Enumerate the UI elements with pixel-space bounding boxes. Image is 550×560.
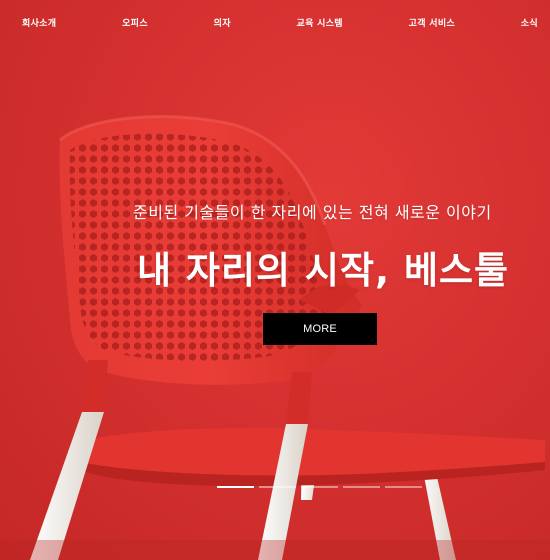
hero-subtitle: 준비된 기술들이 한 자리에 있는 전혀 새로운 이야기 (133, 203, 492, 222)
nav-item-customer-service[interactable]: 고객 서비스 (409, 16, 455, 29)
nav-item-office[interactable]: 오피스 (122, 16, 148, 29)
slide-indicator-3[interactable] (301, 486, 338, 488)
hero-banner: 회사소개 오피스 의자 교육 시스템 고객 서비스 소식 준비된 기술들이 한 … (0, 0, 550, 560)
slide-indicator-1[interactable] (217, 486, 254, 488)
slide-indicator-4[interactable] (343, 486, 380, 488)
nav-item-company[interactable]: 회사소개 (22, 16, 56, 29)
nav-item-chair[interactable]: 의자 (214, 16, 231, 29)
main-nav: 회사소개 오피스 의자 교육 시스템 고객 서비스 소식 (0, 0, 550, 44)
slide-indicator-5[interactable] (385, 486, 422, 488)
slide-indicators (217, 486, 422, 488)
more-button[interactable]: MORE (263, 313, 377, 345)
slide-indicator-2[interactable] (259, 486, 296, 488)
nav-item-news[interactable]: 소식 (521, 16, 538, 29)
nav-item-education[interactable]: 교육 시스템 (297, 16, 343, 29)
hero-headline: 내 자리의 시작, 베스툴 (137, 249, 510, 292)
